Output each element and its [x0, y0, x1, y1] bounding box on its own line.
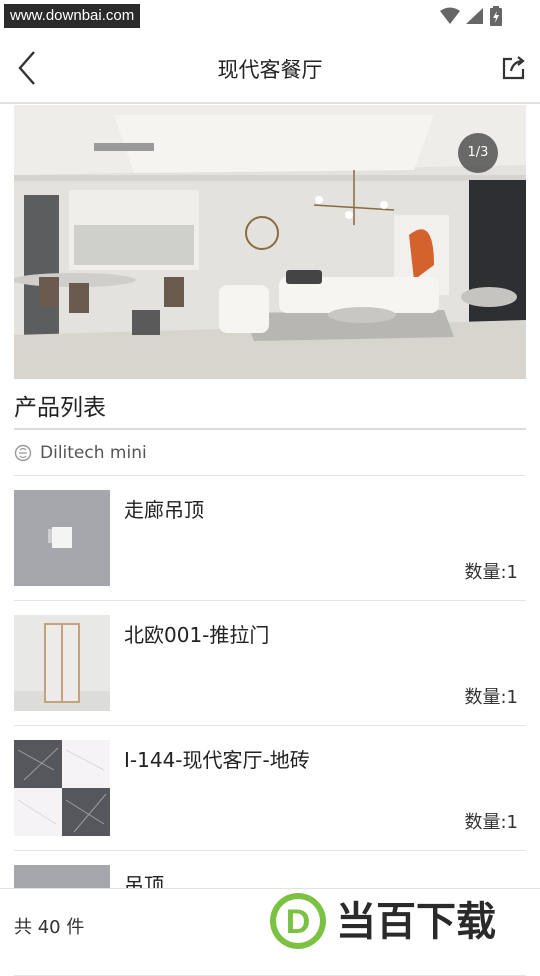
signal-icon: [466, 8, 483, 24]
product-item[interactable]: 北欧001-推拉门 数量:1: [14, 601, 526, 726]
logo-letter: D: [286, 903, 311, 941]
brand-logo-icon: [14, 444, 32, 462]
product-thumbnail: [14, 740, 110, 836]
brand-name: Dilitech mini: [40, 443, 147, 463]
battery-icon: [490, 6, 502, 26]
total-count: 共 40 件: [14, 917, 85, 938]
wifi-icon: [440, 7, 460, 24]
divider: [14, 428, 526, 430]
image-pager: 1/3: [458, 133, 498, 173]
status-bar: www.downbai.com: [0, 0, 540, 32]
status-icons: [440, 6, 502, 26]
hero-image-carousel[interactable]: 1/3: [14, 105, 526, 379]
product-item[interactable]: I-144-现代客厅-地砖 数量:1: [14, 726, 526, 851]
brand-row: Dilitech mini: [14, 440, 147, 466]
living-room-image: [14, 105, 526, 379]
product-quantity: 数量:1: [464, 562, 518, 583]
app-bar: 现代客餐厅: [0, 32, 540, 104]
logo-text: 当百下载: [336, 899, 496, 945]
downbai-watermark-logo: D 当百下载: [266, 889, 540, 949]
product-quantity: 数量:1: [464, 812, 518, 833]
product-thumbnail: [14, 490, 110, 586]
product-thumbnail: [14, 615, 110, 711]
product-name: I-144-现代客厅-地砖: [124, 748, 310, 772]
watermark-url: www.downbai.com: [4, 4, 141, 28]
bottom-bar: 共 40 件 D 当百下载: [0, 888, 540, 961]
product-name: 北欧001-推拉门: [124, 623, 270, 647]
product-item[interactable]: 走廊吊顶 数量:1: [14, 476, 526, 601]
page-title: 现代客餐厅: [217, 58, 323, 82]
product-quantity: 数量:1: [464, 687, 518, 708]
section-title: 产品列表: [14, 395, 106, 421]
share-icon[interactable]: [500, 52, 528, 82]
product-name: 走廊吊顶: [124, 498, 204, 522]
